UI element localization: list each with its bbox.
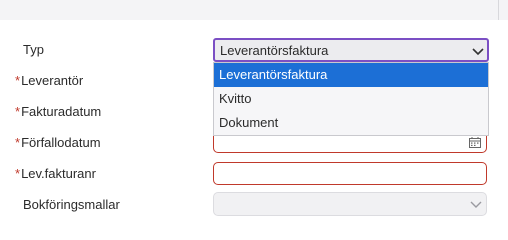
- levfakturanr-input[interactable]: [213, 162, 487, 185]
- leverantor-label: *Leverantör: [15, 73, 83, 89]
- typ-select-value: Leverantörsfaktura: [220, 43, 329, 58]
- typ-label: Typ: [23, 42, 44, 58]
- forfallodatum-label: *Förfallodatum: [15, 135, 101, 151]
- required-marker: *: [15, 166, 21, 181]
- option-kvitto[interactable]: Kvitto: [214, 87, 488, 111]
- typ-label-text: Typ: [23, 42, 44, 57]
- levfakturanr-label: *Lev.fakturanr: [15, 166, 96, 182]
- chevron-down-icon[interactable]: [471, 46, 485, 56]
- top-strip: [0, 0, 508, 20]
- top-strip-divider: [498, 0, 499, 20]
- bokforingsmallar-select[interactable]: [213, 192, 487, 216]
- chevron-down-icon: [469, 199, 483, 209]
- bokforingsmallar-label-text: Bokföringsmallar: [23, 197, 120, 212]
- fakturadatum-label: *Fakturadatum: [15, 104, 101, 120]
- typ-select[interactable]: Leverantörsfaktura: [213, 38, 489, 62]
- calendar-icon[interactable]: [469, 136, 481, 148]
- bokforingsmallar-label: Bokföringsmallar: [23, 197, 120, 213]
- leverantor-label-text: Leverantör: [21, 73, 84, 88]
- levfakturanr-label-text: Lev.fakturanr: [21, 166, 96, 181]
- fakturadatum-label-text: Fakturadatum: [21, 104, 102, 119]
- option-leverantorsfaktura[interactable]: Leverantörsfaktura: [214, 63, 488, 87]
- option-dokument[interactable]: Dokument: [214, 111, 488, 135]
- required-marker: *: [15, 135, 21, 150]
- required-marker: *: [15, 104, 21, 119]
- required-marker: *: [15, 73, 21, 88]
- forfallodatum-label-text: Förfallodatum: [21, 135, 101, 150]
- typ-dropdown-list: Leverantörsfaktura Kvitto Dokument: [213, 62, 489, 136]
